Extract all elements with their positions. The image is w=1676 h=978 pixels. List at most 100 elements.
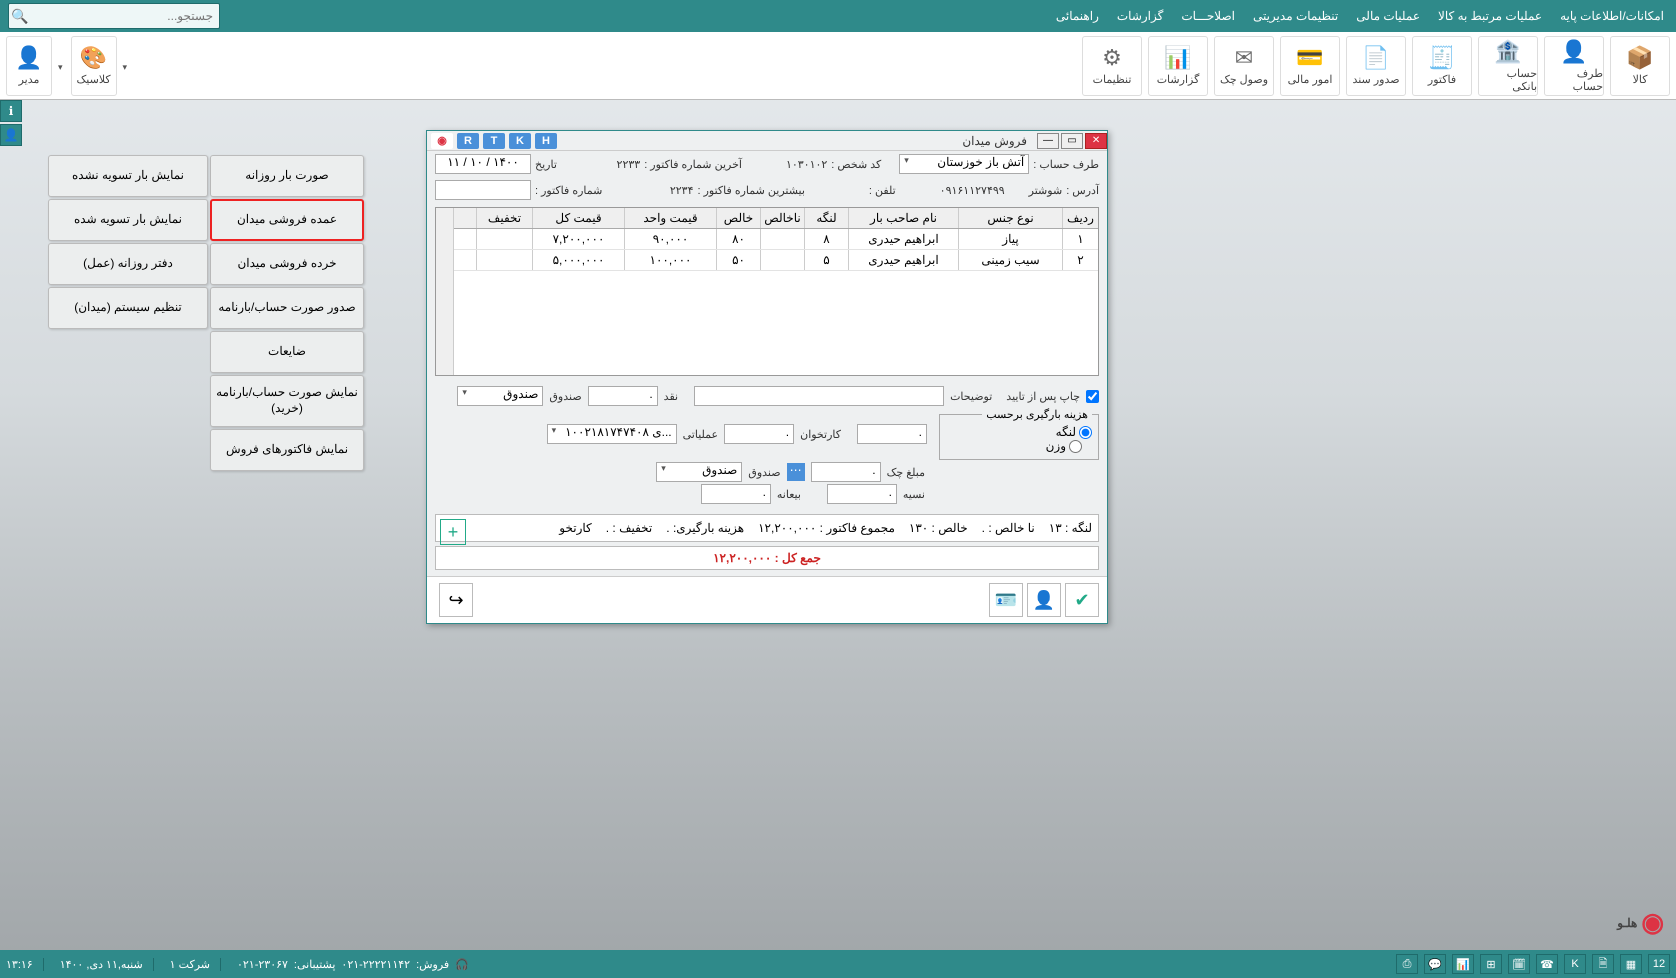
ribbon-button[interactable]: ✉وصول چک (1214, 36, 1274, 96)
grid-header-cell[interactable]: ردیف (1062, 208, 1098, 228)
shortcut-chip[interactable]: R (457, 133, 479, 149)
footer-support-value: ۰۲۱-۲۳۰۶۷ (237, 958, 288, 971)
panel-button[interactable]: صدور صورت حساب/بارنامه (210, 287, 364, 329)
account-select[interactable]: آتش باز خوزستان (899, 154, 1029, 174)
footer-cal-icon[interactable]: 12 (1648, 954, 1670, 974)
footer-f3-icon[interactable]: ⊞ (1480, 954, 1502, 974)
menu-item[interactable]: اصلاحـــات (1181, 9, 1235, 23)
card-button[interactable]: 🪪 (989, 583, 1023, 617)
ribbon-button[interactable]: 👤مدیر (6, 36, 52, 96)
shortcut-chip[interactable]: H (535, 133, 557, 149)
footer-grid-icon[interactable]: ▦ (1620, 954, 1642, 974)
panel-button[interactable]: صورت بار روزانه (210, 155, 364, 197)
grid-header-cell[interactable]: نوع جنس (958, 208, 1062, 228)
ribbon-label: فاکتور (1428, 73, 1456, 86)
grid-header-cell[interactable]: قیمت واحد (624, 208, 716, 228)
panel-button[interactable]: ضایعات (210, 331, 364, 373)
deposit-input[interactable]: . (701, 484, 771, 504)
print-after-confirm-checkbox[interactable] (1086, 390, 1099, 403)
menu-item[interactable]: راهنمائی (1056, 9, 1099, 23)
grid-header-cell[interactable]: خالص (716, 208, 760, 228)
panel-button[interactable]: عمده فروشی میدان (210, 199, 364, 241)
by-lenge-radio[interactable] (1079, 426, 1092, 439)
ribbon-icon: 🏦 (1494, 39, 1521, 65)
panel-button[interactable]: خرده فروشی میدان (210, 243, 364, 285)
panel-button[interactable]: نمایش صورت حساب/بارنامه (خرید) (210, 375, 364, 427)
ribbon-button[interactable]: 📊گزارشات (1148, 36, 1208, 96)
grid-header-cell[interactable]: ناخالص (760, 208, 804, 228)
user-icon[interactable]: 👤 (0, 124, 22, 146)
ribbon-button[interactable]: 📦کالا (1610, 36, 1670, 96)
footer-f2-icon[interactable]: 🗓 (1508, 954, 1530, 974)
table-row[interactable]: ۱پیازابراهیم حیدری۸۸۰۹۰,۰۰۰۷,۲۰۰,۰۰۰ (454, 229, 1098, 250)
ribbon-button[interactable]: 🎨کلاسیک (71, 36, 117, 96)
account-label: طرف حساب : (1033, 158, 1099, 171)
info-icon[interactable]: ℹ (0, 100, 22, 122)
ribbon-button[interactable]: 👤طرف حساب (1544, 36, 1604, 96)
footer-f4-icon[interactable]: 📊 (1452, 954, 1474, 974)
menu-item[interactable]: گزارشات (1117, 9, 1163, 23)
minimize-icon[interactable]: — (1037, 133, 1059, 149)
grid-cell: ۸۰ (716, 229, 760, 249)
load-cost-input[interactable]: . (857, 424, 927, 444)
shortcut-chip[interactable]: T (483, 133, 505, 149)
exit-button[interactable]: ↪ (439, 583, 473, 617)
grid-scrollbar[interactable] (436, 208, 454, 375)
menu-item[interactable]: عملیات مالی (1356, 9, 1420, 23)
menu-item[interactable]: امکانات/اطلاعات پایه (1560, 9, 1664, 23)
footer-doc-icon[interactable]: 🗎 (1592, 954, 1614, 974)
sandogh1-select[interactable]: صندوق (457, 386, 543, 406)
search-icon[interactable]: 🔍 (9, 8, 31, 25)
person-code-label: کد شخص : (831, 158, 881, 171)
grid-header-cell[interactable]: لنگه (804, 208, 848, 228)
ribbon-button[interactable]: ⚙تنظیمات (1082, 36, 1142, 96)
search-input[interactable] (31, 4, 219, 28)
footer-f5-icon[interactable]: 💬 (1424, 954, 1446, 974)
ribbon-button[interactable]: 🧾فاکتور (1412, 36, 1472, 96)
modal-titlebar: ✕ ▭ — فروش میدان HKTR◉ (427, 131, 1107, 151)
ribbon-icon: 📦 (1626, 45, 1653, 71)
add-row-button[interactable]: + (440, 519, 466, 545)
shortcut-chip[interactable]: K (509, 133, 531, 149)
footer-k-icon[interactable]: K (1564, 954, 1586, 974)
cheque-input[interactable]: . (811, 462, 881, 482)
footer-f6-icon[interactable]: ⎙ (1396, 954, 1418, 974)
nesie-input[interactable]: . (827, 484, 897, 504)
sandogh2-select[interactable]: صندوق (656, 462, 742, 482)
date-input[interactable]: ۱۴۰۰ / ۱۰ / ۱۱ (435, 154, 531, 174)
panel-button[interactable]: دفتر روزانه (عمل) (48, 243, 208, 285)
panel-button[interactable]: تنظیم سیستم (میدان) (48, 287, 208, 329)
operational-select[interactable]: ...ی ۱۰۰۲۱۸۱۷۴۷۴۰۸ (547, 424, 677, 444)
customer-button[interactable]: 👤 (1027, 583, 1061, 617)
table-row[interactable]: ۲سیب زمینیابراهیم حیدری۵۵۰۱۰۰,۰۰۰۵,۰۰۰,۰… (454, 250, 1098, 271)
ribbon-button[interactable]: 📄صدور سند (1346, 36, 1406, 96)
panel-button[interactable]: نمایش بار تسویه نشده (48, 155, 208, 197)
close-icon[interactable]: ✕ (1085, 133, 1107, 149)
cash-input[interactable]: . (588, 386, 658, 406)
maximize-icon[interactable]: ▭ (1061, 133, 1083, 149)
ribbon-label: طرف حساب (1545, 67, 1603, 93)
left-icon-strip: ℹ 👤 (0, 100, 22, 146)
ribbon-button[interactable]: 🏦حساب بانکی (1478, 36, 1538, 96)
ribbon-label: مدیر (19, 73, 40, 86)
grid-header-cell[interactable]: تخفیف (476, 208, 532, 228)
menu-item[interactable]: عملیات مرتبط به کالا (1438, 9, 1542, 23)
search-box: 🔍 (8, 3, 220, 29)
pos-input[interactable]: . (724, 424, 794, 444)
confirm-button[interactable]: ✔ (1065, 583, 1099, 617)
footer-f1-icon[interactable]: ☎ (1536, 954, 1558, 974)
panel-button[interactable]: نمایش بار تسویه شده (48, 199, 208, 241)
ribbon-label: حساب بانکی (1479, 67, 1537, 93)
cheque-lookup-button[interactable]: ⋯ (787, 463, 805, 481)
grid-header-cell[interactable]: قیمت کل (532, 208, 624, 228)
ribbon-button[interactable]: 💳امور مالی (1280, 36, 1340, 96)
grid-header-cell[interactable]: نام صاحب بار (848, 208, 958, 228)
footer-time: ۱۳:۱۶ (6, 958, 44, 971)
invoice-no-input[interactable] (435, 180, 531, 200)
date-label: تاریخ (535, 158, 557, 171)
by-weight-radio[interactable] (1069, 440, 1082, 453)
panel-button[interactable]: نمایش فاکتورهای فروش (210, 429, 364, 471)
description-input[interactable] (694, 386, 944, 406)
grid-cell (760, 250, 804, 270)
menu-item[interactable]: تنظیمات مدیریتی (1253, 9, 1338, 23)
